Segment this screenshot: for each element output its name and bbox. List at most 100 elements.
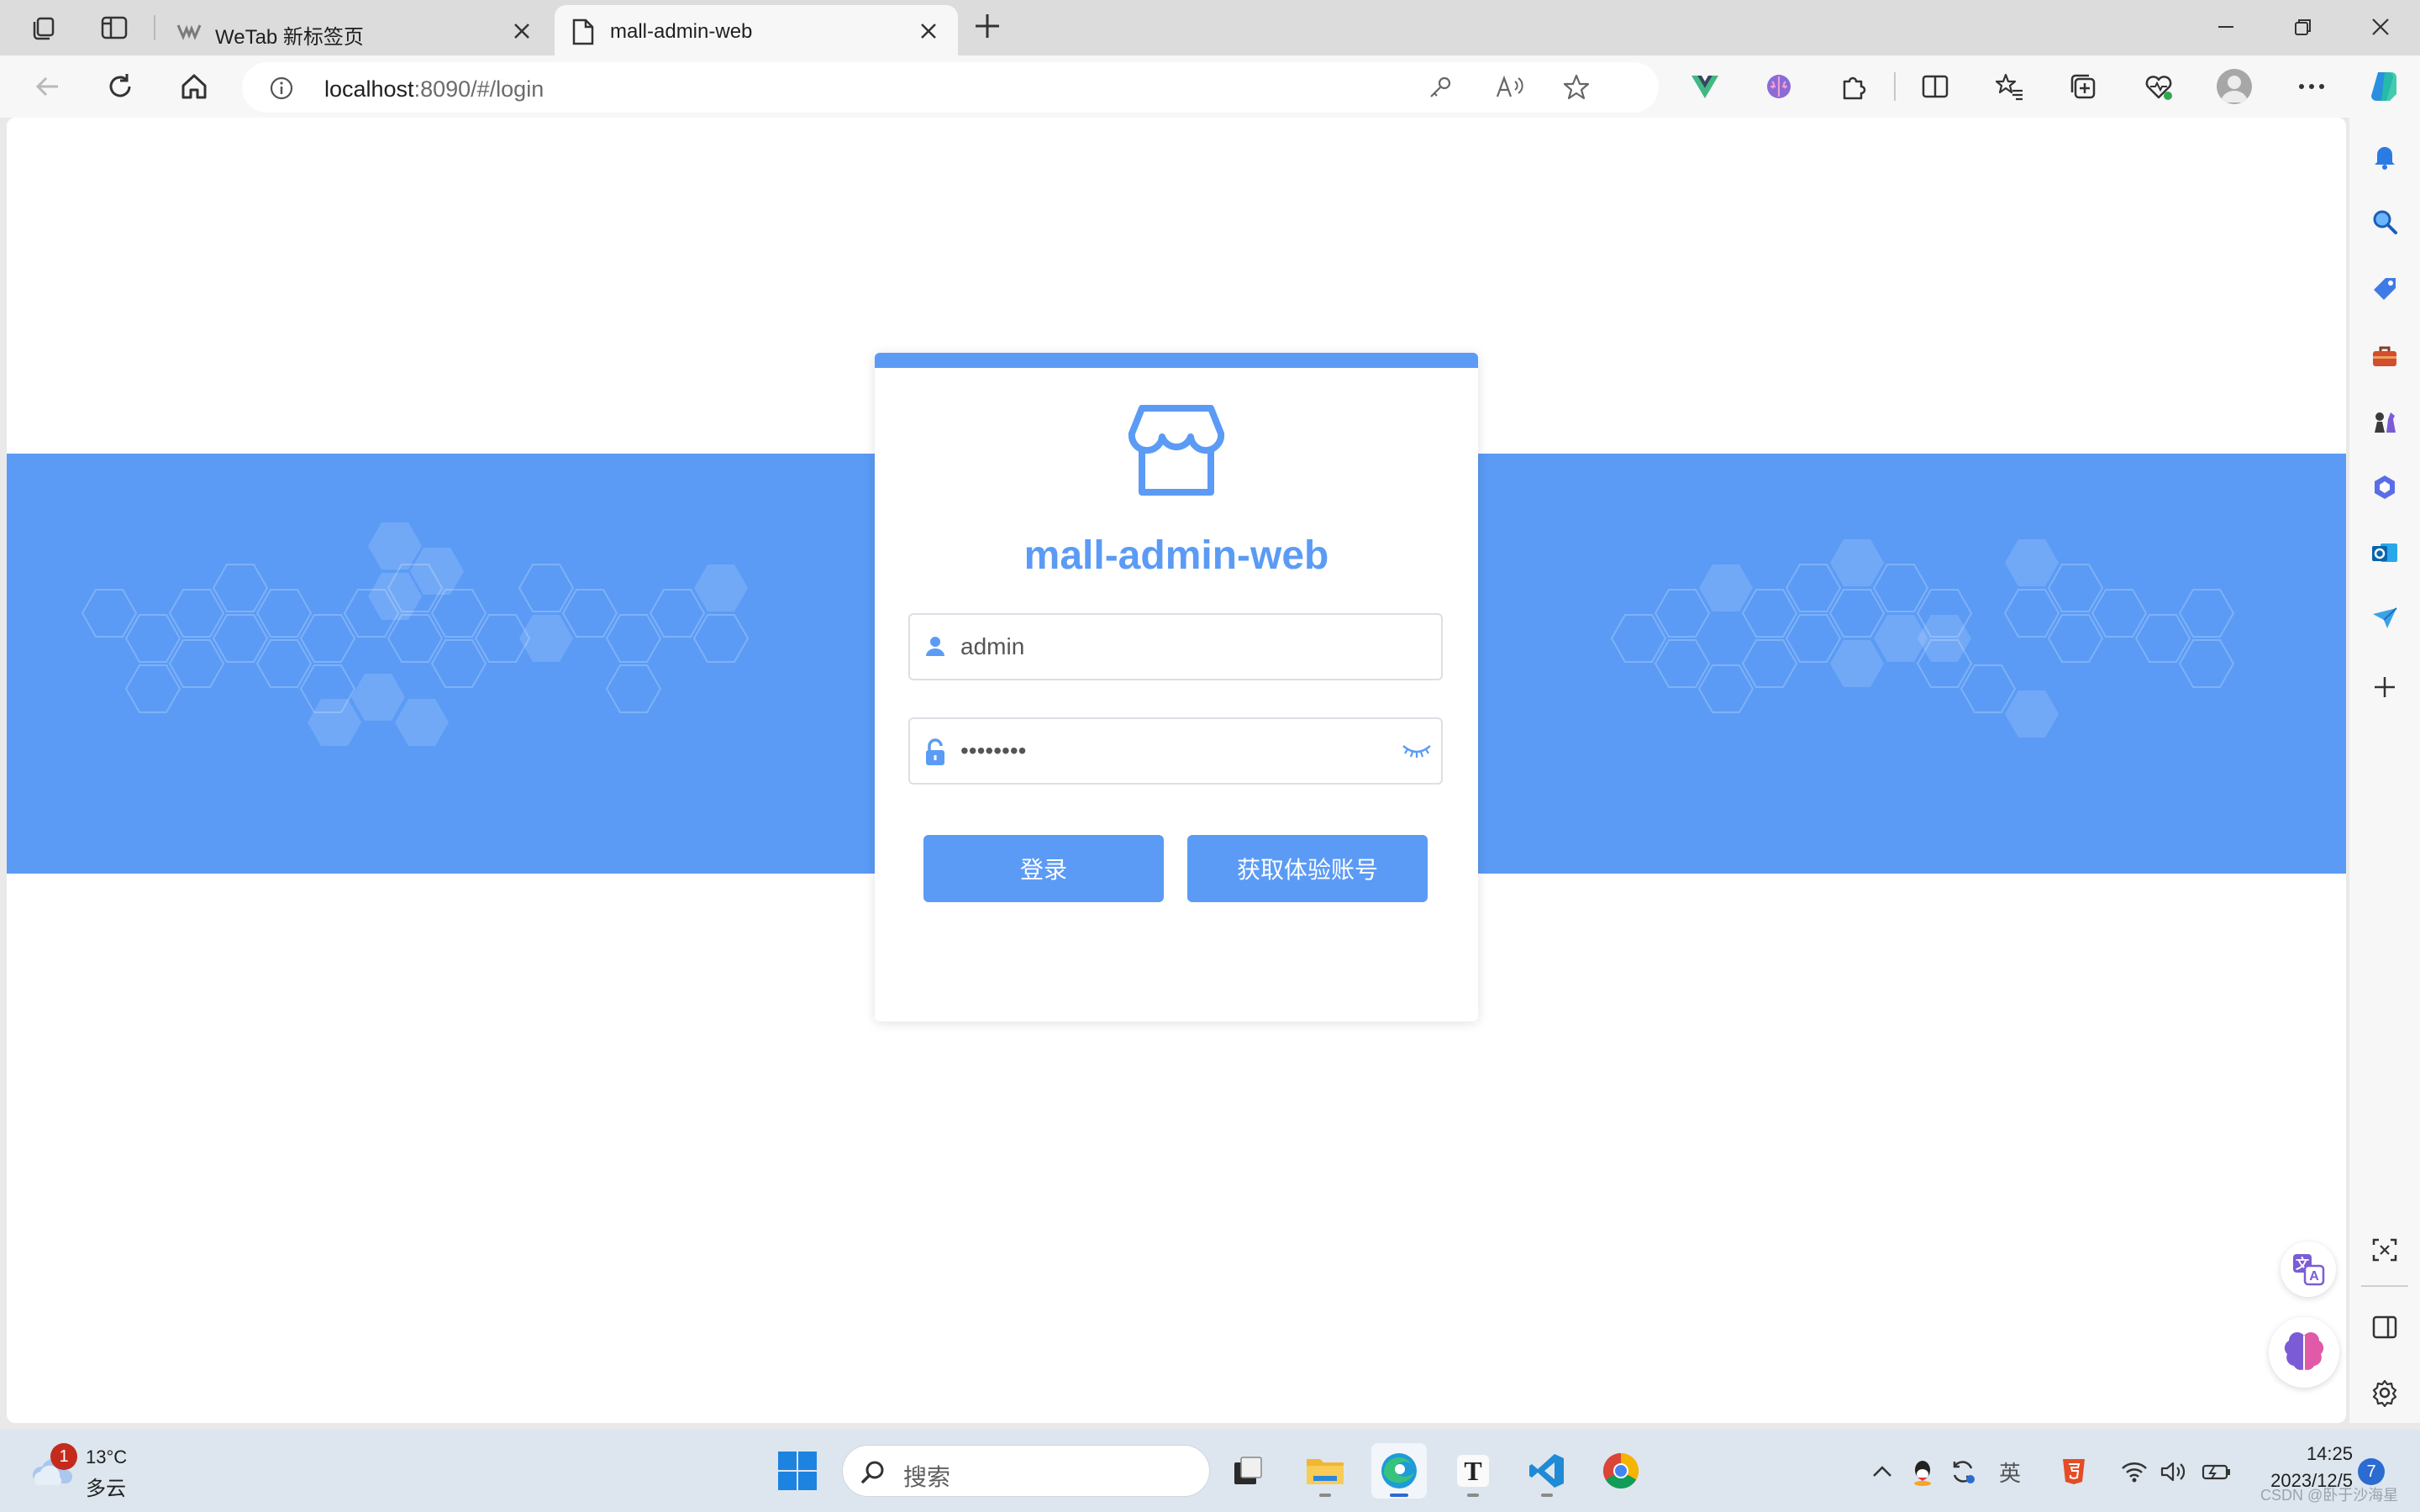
windows-start-icon[interactable] <box>776 1450 818 1492</box>
input-language[interactable]: 英 <box>1993 1455 2027 1488</box>
running-indicator <box>1467 1494 1479 1497</box>
refresh-icon[interactable] <box>101 67 139 106</box>
hide-sidebar-icon[interactable] <box>2366 1309 2403 1346</box>
home-icon[interactable] <box>175 67 213 106</box>
workspaces-icon[interactable] <box>20 7 67 49</box>
close-tab-icon[interactable] <box>511 20 533 42</box>
restore-icon[interactable] <box>2282 10 2324 44</box>
running-indicator <box>1541 1494 1553 1497</box>
login-card: mall-admin-web 登录 获取体验账号 <box>875 353 1478 1021</box>
vue-devtools-icon[interactable] <box>1686 67 1724 106</box>
settings-gear-icon[interactable] <box>2366 1374 2403 1411</box>
eye-closed-icon[interactable] <box>1401 741 1433 761</box>
battery-icon[interactable] <box>2200 1455 2233 1488</box>
edge-sidebar <box>2349 118 2420 1423</box>
outlook-icon[interactable] <box>2366 534 2403 571</box>
running-indicator <box>1390 1494 1408 1497</box>
games-chess-icon[interactable] <box>2366 403 2403 440</box>
more-options-icon[interactable] <box>2292 67 2331 106</box>
weather-widget[interactable]: 1 13°C 多云 <box>30 1443 127 1500</box>
close-window-icon[interactable] <box>2360 10 2402 44</box>
bell-icon[interactable] <box>2366 138 2403 175</box>
vscode-icon[interactable] <box>1519 1443 1575 1499</box>
tab-strip: WeTab 新标签页 mall-admin-web <box>0 0 2420 55</box>
tab-actions-icon[interactable] <box>91 7 138 49</box>
page-viewport: mall-admin-web 登录 获取体验账号 文A <box>7 118 2346 1423</box>
html5-tray-icon[interactable] <box>2057 1455 2091 1488</box>
taskbar-search[interactable]: 搜索 <box>842 1445 1210 1497</box>
favorite-star-icon[interactable] <box>1560 72 1593 102</box>
tray-overflow-chevron-icon[interactable] <box>1865 1455 1899 1488</box>
sync-tray-icon[interactable] <box>1946 1455 1980 1488</box>
lock-icon <box>922 738 949 768</box>
send-drop-icon[interactable] <box>2366 600 2403 637</box>
file-explorer-icon[interactable] <box>1297 1443 1353 1499</box>
screenshot-icon[interactable] <box>2366 1231 2403 1268</box>
search-icon <box>860 1459 886 1486</box>
back-icon[interactable] <box>29 67 67 106</box>
qq-tray-icon[interactable] <box>1906 1455 1939 1488</box>
tab-wetab[interactable]: WeTab 新标签页 <box>160 5 551 55</box>
minimize-icon[interactable] <box>2205 10 2247 44</box>
tab-mall-admin-web[interactable]: mall-admin-web <box>555 5 958 55</box>
clock-time: 14:25 <box>2306 1443 2353 1464</box>
username-input[interactable] <box>960 627 1381 667</box>
watermark-text: CSDN @卧于沙海星 <box>2260 1487 2399 1504</box>
add-sidebar-plus-icon[interactable] <box>2366 669 2403 706</box>
svg-text:T: T <box>1464 1456 1481 1486</box>
url-text[interactable]: localhost:8090/#/login <box>324 76 544 102</box>
translate-float-icon[interactable]: 文A <box>2281 1242 2336 1297</box>
close-tab-icon[interactable] <box>918 20 939 42</box>
password-key-icon[interactable] <box>1423 72 1457 102</box>
svg-text:A: A <box>2309 1269 2319 1284</box>
wifi-icon[interactable] <box>2118 1455 2151 1488</box>
browser-essentials-icon[interactable] <box>2139 67 2178 106</box>
microsoft365-icon[interactable] <box>2366 469 2403 506</box>
login-button[interactable]: 登录 <box>923 835 1164 902</box>
windows-taskbar: 1 13°C 多云 搜索 T 英 14:25 2023/12/5 7 <box>0 1430 2420 1512</box>
tab-separator <box>154 15 155 40</box>
sidebar-separator <box>2361 1285 2408 1287</box>
input-language-label: 英 <box>1998 1460 2021 1486</box>
task-view-icon[interactable] <box>1220 1443 1276 1499</box>
toolbox-icon[interactable] <box>2366 338 2403 375</box>
split-screen-icon[interactable] <box>1916 67 1954 106</box>
notification-badge[interactable]: 7 <box>2358 1458 2385 1485</box>
address-bar[interactable]: localhost:8090/#/login <box>242 62 1659 113</box>
weather-badge: 1 <box>50 1443 77 1470</box>
new-tab-plus-icon[interactable] <box>970 8 1005 44</box>
url-host: localhost <box>324 76 414 102</box>
wetab-favicon-icon <box>176 18 202 44</box>
running-indicator <box>1319 1494 1331 1497</box>
read-aloud-icon[interactable] <box>1492 72 1526 102</box>
weather-condition: 多云 <box>86 1478 126 1500</box>
get-demo-account-button[interactable]: 获取体验账号 <box>1187 835 1428 902</box>
tab-title: mall-admin-web <box>610 20 753 43</box>
url-path: :8090/#/login <box>413 76 544 102</box>
copilot-icon[interactable] <box>2365 67 2403 106</box>
browser-toolbar: localhost:8090/#/login <box>0 55 2420 118</box>
extensions-puzzle-icon[interactable] <box>1833 67 1872 106</box>
tab-title: WeTab 新标签页 <box>215 26 364 49</box>
typora-icon[interactable]: T <box>1445 1443 1501 1499</box>
ai-brain-extension-icon[interactable] <box>1760 67 1798 106</box>
username-field[interactable] <box>908 613 1443 680</box>
volume-icon[interactable] <box>2156 1455 2190 1488</box>
profile-avatar[interactable] <box>2215 67 2254 106</box>
store-logo-icon <box>1127 402 1226 501</box>
ai-assistant-float-icon[interactable] <box>2269 1317 2339 1388</box>
collections-icon[interactable] <box>2064 67 2102 106</box>
edge-browser-icon[interactable] <box>1371 1443 1427 1499</box>
password-field[interactable] <box>908 717 1443 785</box>
search-icon[interactable] <box>2366 203 2403 240</box>
search-placeholder: 搜索 <box>903 1464 951 1490</box>
password-input[interactable] <box>960 731 1381 771</box>
toolbar-separator <box>1894 72 1896 101</box>
site-info-icon[interactable] <box>269 76 294 101</box>
hexagon-pattern-left <box>81 522 750 746</box>
weather-temp: 13°C <box>86 1446 128 1467</box>
chrome-icon[interactable] <box>1593 1443 1649 1499</box>
favorites-icon[interactable] <box>1990 67 2028 106</box>
shopping-tag-icon[interactable] <box>2366 270 2403 307</box>
app-title: mall-admin-web <box>1023 533 1329 578</box>
